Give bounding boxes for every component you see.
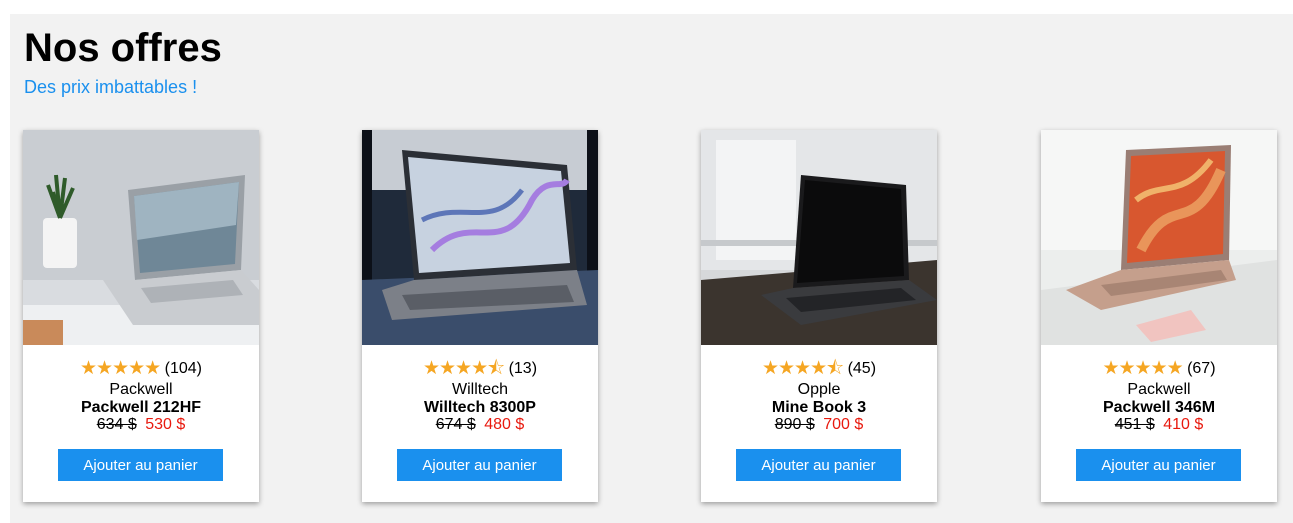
add-to-cart-button[interactable]: Ajouter au panier: [736, 449, 901, 481]
new-price: 700 $: [823, 416, 864, 433]
page-subtitle: Des prix imbattables !: [24, 77, 198, 97]
product-card: ★★★★⯪ (13) Willtech Willtech 8300P 674 $…: [362, 130, 598, 502]
old-price: 634 $: [96, 416, 137, 433]
product-image[interactable]: [23, 130, 259, 345]
product-rating: ★★★★⯪ (45): [701, 358, 937, 379]
old-price: 451 $: [1114, 416, 1155, 433]
product-model: Willtech 8300P: [424, 399, 536, 416]
review-count: (13): [508, 360, 538, 377]
product-image[interactable]: [362, 130, 598, 345]
old-price: 890 $: [774, 416, 815, 433]
product-model: Packwell 212HF: [80, 399, 202, 416]
add-to-cart-button[interactable]: Ajouter au panier: [58, 449, 223, 481]
review-count: (45): [847, 360, 877, 377]
rating-stars-icon: ★★★★⯪: [761, 357, 844, 379]
product-card: ★★★★★ (67) Packwell Packwell 346M 451 $ …: [1041, 130, 1277, 502]
product-rating: ★★★★⯪ (13): [362, 358, 598, 379]
product-image[interactable]: [701, 130, 937, 345]
product-rating: ★★★★★ (67): [1041, 358, 1277, 379]
new-price: 530 $: [145, 416, 186, 433]
product-prices: 890 $ 700 $: [701, 416, 937, 434]
new-price: 480 $: [484, 416, 525, 433]
rating-stars-icon: ★★★★★: [1102, 357, 1183, 379]
product-prices: 634 $ 530 $: [23, 416, 259, 434]
product-image[interactable]: [1041, 130, 1277, 345]
review-count: (104): [164, 360, 202, 377]
add-to-cart-button[interactable]: Ajouter au panier: [1076, 449, 1241, 481]
product-model: Packwell 346M: [1102, 399, 1216, 416]
product-prices: 674 $ 480 $: [362, 416, 598, 434]
review-count: (67): [1187, 360, 1216, 377]
product-brand: Willtech: [451, 381, 508, 398]
product-brand: Packwell: [1127, 381, 1191, 398]
product-card: ★★★★★ (104) Packwell Packwell 212HF 634 …: [23, 130, 259, 502]
product-brand: Packwell: [109, 381, 173, 398]
rating-stars-icon: ★★★★★: [80, 357, 161, 379]
old-price: 674 $: [435, 416, 476, 433]
product-rating: ★★★★★ (104): [23, 358, 259, 379]
rating-stars-icon: ★★★★⯪: [422, 357, 505, 379]
add-to-cart-button[interactable]: Ajouter au panier: [397, 449, 562, 481]
product-card: ★★★★⯪ (45) Opple Mine Book 3 890 $ 700 $…: [701, 130, 937, 502]
product-brand: Opple: [797, 381, 841, 398]
new-price: 410 $: [1163, 416, 1204, 433]
page-title: Nos offres: [24, 26, 222, 70]
product-model: Mine Book 3: [771, 399, 867, 416]
product-prices: 451 $ 410 $: [1041, 416, 1277, 434]
